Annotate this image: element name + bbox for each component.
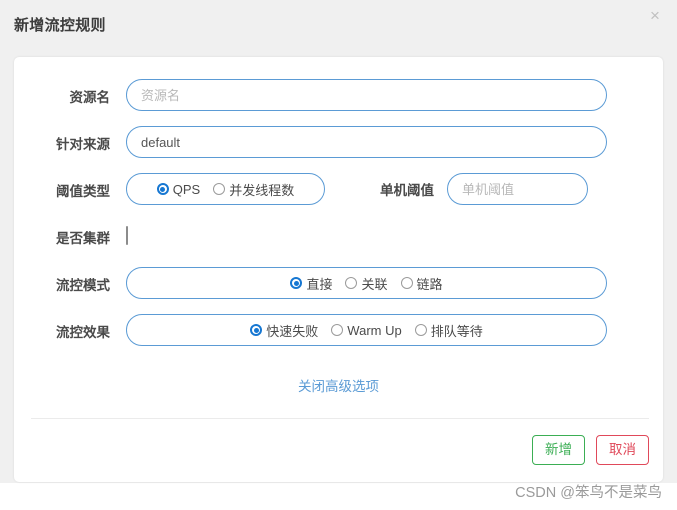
radio-selected-icon bbox=[290, 277, 303, 289]
radio-threshold-threads-label: 并发线程数 bbox=[229, 182, 295, 198]
radio-flow-effect-fail-fast[interactable]: 快速失败 bbox=[250, 321, 318, 340]
form-row-flow-mode: 流控模式 直接 关联 链路 bbox=[14, 261, 663, 308]
radio-flow-mode-direct[interactable]: 直接 bbox=[290, 274, 332, 293]
radio-flow-mode-chain-label: 链路 bbox=[416, 276, 443, 292]
dialog-footer: 新增 取消 bbox=[532, 435, 649, 465]
radio-flow-effect-queue-label: 排队等待 bbox=[430, 323, 483, 339]
single-threshold-label: 单机阈值 bbox=[380, 183, 434, 198]
page-title: 新增流控规则 bbox=[14, 17, 106, 34]
radio-unselected-icon bbox=[213, 183, 226, 195]
origin-input[interactable] bbox=[126, 126, 607, 158]
dialog-header: 新增流控规则 × bbox=[0, 0, 677, 45]
radio-unselected-icon bbox=[345, 277, 358, 289]
add-button[interactable]: 新增 bbox=[532, 435, 585, 465]
radio-flow-mode-relate[interactable]: 关联 bbox=[345, 274, 388, 293]
toggle-advanced-options-link[interactable]: 关闭高级选项 bbox=[14, 375, 663, 395]
radio-unselected-icon bbox=[331, 324, 344, 336]
close-icon[interactable]: × bbox=[644, 5, 666, 27]
radio-threshold-qps-label: QPS bbox=[172, 181, 201, 197]
new-flow-rule-dialog: 新增流控规则 × 资源名 针对来源 阈值类型 bbox=[0, 0, 677, 483]
flow-mode-label: 流控模式 bbox=[56, 278, 110, 293]
single-threshold-group: 单机阈值 bbox=[380, 173, 588, 205]
form-card: 资源名 针对来源 阈值类型 QPS bbox=[14, 57, 663, 482]
cluster-checkbox[interactable] bbox=[126, 226, 128, 245]
cluster-label: 是否集群 bbox=[56, 231, 110, 246]
radio-threshold-qps[interactable]: QPS bbox=[156, 181, 201, 197]
footer-divider bbox=[31, 418, 649, 419]
form-row-flow-effect: 流控效果 快速失败 Warm Up 排队等待 bbox=[14, 308, 663, 355]
form-row-threshold-type: 阈值类型 QPS 并发线程数 单机阈值 bbox=[14, 167, 663, 214]
form-row-origin: 针对来源 bbox=[14, 120, 663, 167]
flow-effect-label: 流控效果 bbox=[56, 325, 110, 340]
radio-flow-effect-warm-up[interactable]: Warm Up bbox=[331, 322, 402, 338]
radio-flow-effect-fail-fast-label: 快速失败 bbox=[266, 323, 319, 339]
flow-rule-form: 资源名 针对来源 阈值类型 QPS bbox=[14, 73, 663, 355]
form-row-cluster: 是否集群 bbox=[14, 214, 663, 261]
radio-unselected-icon bbox=[400, 277, 413, 289]
origin-label: 针对来源 bbox=[56, 137, 110, 152]
single-threshold-input[interactable] bbox=[447, 173, 588, 205]
flow-effect-radio-group: 快速失败 Warm Up 排队等待 bbox=[126, 314, 607, 346]
radio-unselected-icon bbox=[414, 324, 427, 336]
cancel-button[interactable]: 取消 bbox=[596, 435, 649, 465]
radio-flow-mode-direct-label: 直接 bbox=[306, 276, 333, 292]
radio-selected-icon bbox=[156, 183, 169, 195]
resource-label: 资源名 bbox=[69, 90, 111, 105]
resource-input[interactable] bbox=[126, 79, 607, 111]
form-row-resource: 资源名 bbox=[14, 73, 663, 120]
radio-flow-mode-relate-label: 关联 bbox=[361, 276, 388, 292]
radio-flow-effect-queue[interactable]: 排队等待 bbox=[414, 321, 483, 340]
threshold-type-radio-group: QPS 并发线程数 bbox=[126, 173, 325, 205]
threshold-type-label: 阈值类型 bbox=[56, 184, 110, 199]
radio-flow-mode-chain[interactable]: 链路 bbox=[400, 274, 443, 293]
flow-mode-radio-group: 直接 关联 链路 bbox=[126, 267, 607, 299]
radio-flow-effect-warm-up-label: Warm Up bbox=[347, 322, 402, 338]
radio-selected-icon bbox=[250, 324, 263, 336]
watermark: CSDN @笨鸟不是菜鸟 bbox=[515, 485, 662, 501]
radio-threshold-threads[interactable]: 并发线程数 bbox=[213, 180, 294, 199]
